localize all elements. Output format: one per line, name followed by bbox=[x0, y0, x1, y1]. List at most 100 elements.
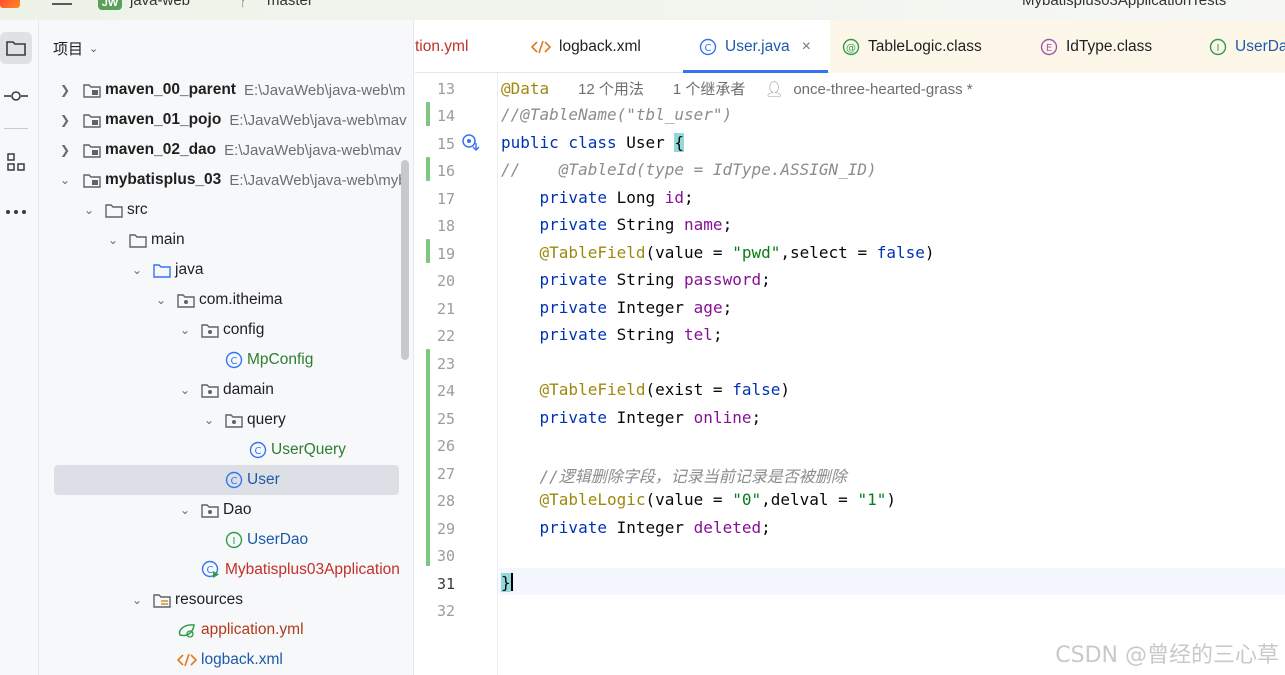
code-line-17[interactable]: private Long id; bbox=[501, 188, 694, 207]
tree-item-userdao[interactable]: I UserDao bbox=[39, 525, 413, 555]
tree-item-maven-01-pojo[interactable]: ❯ maven_01_pojo E:\JavaWeb\java-web\mav bbox=[39, 105, 413, 135]
interface-icon: I bbox=[1209, 38, 1227, 56]
usages-hint[interactable]: 12 个用法 bbox=[578, 81, 644, 98]
svg-text:C: C bbox=[255, 446, 262, 457]
collapse-arrow-icon[interactable]: ⌄ bbox=[81, 203, 97, 217]
collapse-arrow-icon[interactable]: ⌄ bbox=[201, 413, 217, 427]
svg-text:@: @ bbox=[846, 43, 856, 54]
inheritors-hint[interactable]: 1 个继承者 bbox=[673, 81, 746, 98]
branch-switcher[interactable]: master bbox=[267, 0, 313, 9]
tree-item-main[interactable]: ⌄ main bbox=[39, 225, 413, 255]
collapse-arrow-icon[interactable]: ⌄ bbox=[177, 323, 193, 337]
resources-folder-icon bbox=[153, 593, 171, 608]
project-panel: 项目 ⌄ ❯ maven_00_parent E:\JavaWeb\java-w… bbox=[39, 20, 414, 675]
run-configuration-selector[interactable]: Mybatisplus03ApplicationTests bbox=[1022, 0, 1226, 9]
collapse-arrow-icon[interactable]: ⌄ bbox=[129, 593, 145, 607]
commit-icon bbox=[4, 91, 28, 101]
code-line-15[interactable]: public class User { bbox=[501, 133, 685, 152]
expand-arrow-icon[interactable]: ❯ bbox=[57, 83, 73, 97]
tree-item-config[interactable]: ⌄ config bbox=[39, 315, 413, 345]
code-line-14[interactable]: //@TableName("tbl_user") bbox=[501, 105, 732, 124]
tab-application-yml[interactable]: tion.yml bbox=[415, 20, 468, 73]
svg-text:I: I bbox=[233, 536, 236, 547]
code-line-19[interactable]: @TableField(value = "pwd",select = false… bbox=[501, 243, 935, 262]
project-scrollbar[interactable] bbox=[401, 160, 409, 360]
folder-icon bbox=[105, 203, 123, 218]
code-line-27[interactable]: //逻辑删除字段，记录当前记录是否被删除 bbox=[501, 463, 847, 487]
package-icon bbox=[225, 413, 243, 428]
class-icon: C bbox=[249, 441, 267, 459]
branch-icon: ᚠ bbox=[240, 0, 248, 9]
chevron-down-icon: ⌄ bbox=[89, 43, 99, 55]
class-icon: C bbox=[225, 351, 243, 369]
source-folder-icon bbox=[153, 263, 171, 278]
code-line-22[interactable]: private String tel; bbox=[501, 325, 723, 344]
collapse-arrow-icon[interactable]: ⌄ bbox=[177, 383, 193, 397]
expand-arrow-icon[interactable]: ❯ bbox=[57, 143, 73, 157]
tree-item-maven-02-dao[interactable]: ❯ maven_02_dao E:\JavaWeb\java-web\mav bbox=[39, 135, 413, 165]
tree-item-java[interactable]: ⌄ java bbox=[39, 255, 413, 285]
code-line-29[interactable]: private Integer deleted; bbox=[501, 518, 771, 537]
tree-item-query[interactable]: ⌄ query bbox=[39, 405, 413, 435]
package-icon bbox=[177, 293, 195, 308]
collapse-arrow-icon[interactable]: ⌄ bbox=[105, 233, 121, 247]
tree-item-com-itheima[interactable]: ⌄ com.itheima bbox=[39, 285, 413, 315]
module-folder-icon bbox=[83, 173, 101, 188]
code-line-25[interactable]: private Integer online; bbox=[501, 408, 762, 427]
author-icon: 👤︎ bbox=[764, 81, 784, 98]
xml-file-icon bbox=[531, 39, 551, 55]
tab-userdao-java[interactable]: I UserDa bbox=[1193, 20, 1285, 73]
svg-text:C: C bbox=[207, 565, 214, 576]
tree-item-logback-xml[interactable]: logback.xml bbox=[39, 645, 413, 675]
collapse-arrow-icon[interactable]: ⌄ bbox=[153, 293, 169, 307]
collapse-arrow-icon[interactable]: ⌄ bbox=[129, 263, 145, 277]
code-line-21[interactable]: private Integer age; bbox=[501, 298, 733, 317]
code-line-13[interactable]: @Data 12 个用法 1 个继承者 👤︎ once-three-hearte… bbox=[501, 78, 973, 99]
close-tab-icon[interactable]: × bbox=[802, 38, 811, 56]
commit-tool-button[interactable] bbox=[0, 80, 32, 112]
project-panel-header[interactable]: 项目 ⌄ bbox=[53, 38, 98, 59]
package-icon bbox=[201, 503, 219, 518]
structure-tool-button[interactable] bbox=[0, 146, 32, 178]
code-line-18[interactable]: private String name; bbox=[501, 215, 733, 234]
svg-text:I: I bbox=[1217, 43, 1220, 54]
module-folder-icon bbox=[83, 143, 101, 158]
author-hint[interactable]: once-three-hearted-grass * bbox=[793, 81, 972, 98]
project-badge[interactable]: JW bbox=[98, 0, 122, 10]
svg-text:C: C bbox=[231, 476, 238, 487]
structure-icon bbox=[7, 153, 25, 171]
code-line-31[interactable]: } bbox=[501, 573, 513, 592]
tree-item-application-yml[interactable]: application.yml bbox=[39, 615, 413, 645]
code-line-24[interactable]: @TableField(exist = false) bbox=[501, 380, 790, 399]
collapse-arrow-icon[interactable]: ⌄ bbox=[57, 173, 73, 187]
tool-separator bbox=[4, 128, 28, 129]
main-menu-icon[interactable] bbox=[52, 0, 72, 5]
tab-tablelogic-class[interactable]: @ TableLogic.class bbox=[830, 20, 1010, 73]
class-icon: C bbox=[699, 38, 717, 56]
collapse-arrow-icon[interactable]: ⌄ bbox=[177, 503, 193, 517]
code-line-20[interactable]: private String password; bbox=[501, 270, 771, 289]
tree-item-src[interactable]: ⌄ src bbox=[39, 195, 413, 225]
tree-item-user[interactable]: C User bbox=[39, 465, 413, 495]
tree-item-mpconfig[interactable]: C MpConfig bbox=[39, 345, 413, 375]
tab-idtype-class[interactable]: E IdType.class bbox=[1010, 20, 1193, 73]
tree-item-damain[interactable]: ⌄ damain bbox=[39, 375, 413, 405]
tree-item-mybatisplus-03[interactable]: ⌄ mybatisplus_03 E:\JavaWeb\java-web\myb bbox=[39, 165, 413, 195]
project-switcher[interactable]: java-web bbox=[130, 0, 190, 9]
tree-item-userquery[interactable]: C UserQuery bbox=[39, 435, 413, 465]
tree-item-dao[interactable]: ⌄ Dao bbox=[39, 495, 413, 525]
code-line-28[interactable]: @TableLogic(value = "0",delval = "1") bbox=[501, 490, 896, 509]
tree-item-maven-00-parent[interactable]: ❯ maven_00_parent E:\JavaWeb\java-web\m bbox=[39, 75, 413, 105]
expand-arrow-icon[interactable]: ❯ bbox=[57, 113, 73, 127]
tab-logback-xml[interactable]: logback.xml bbox=[531, 20, 641, 73]
package-icon bbox=[201, 323, 219, 338]
code-line-16[interactable]: // @TableId(type = IdType.ASSIGN_ID) bbox=[501, 160, 877, 179]
project-tool-button[interactable] bbox=[0, 32, 32, 64]
inheritor-gutter-icon[interactable] bbox=[461, 133, 481, 158]
tab-user-java[interactable]: C User.java × bbox=[683, 20, 828, 73]
package-icon bbox=[201, 383, 219, 398]
tree-item-mybatisplus03application[interactable]: C Mybatisplus03Application bbox=[39, 555, 413, 585]
watermark: CSDN @曾经的三心草 bbox=[1055, 643, 1279, 668]
tree-item-resources[interactable]: ⌄ resources bbox=[39, 585, 413, 615]
more-tools-button[interactable] bbox=[0, 196, 32, 228]
